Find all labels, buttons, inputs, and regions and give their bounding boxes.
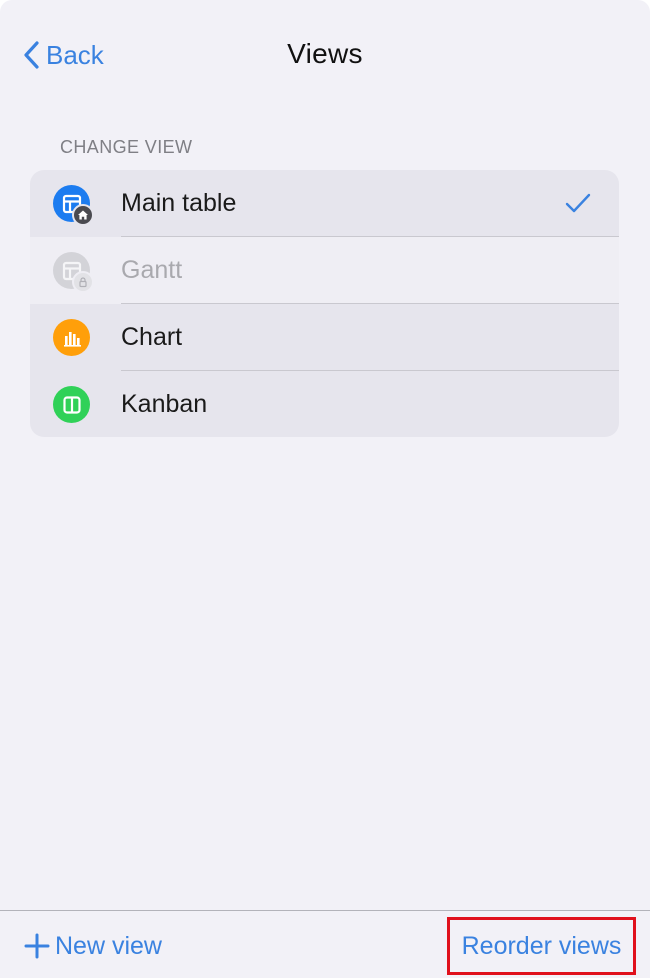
view-item-label: Chart — [121, 323, 183, 351]
view-item-label: Main table — [121, 189, 237, 217]
section-header: CHANGE VIEW — [60, 137, 193, 157]
view-item-gantt: Gantt — [30, 237, 619, 304]
view-item-label: Gantt — [121, 256, 183, 284]
bar-chart-icon — [53, 319, 90, 356]
lock-icon — [72, 271, 94, 293]
kanban-icon — [53, 386, 90, 423]
page-title: Views — [287, 38, 363, 69]
checkmark-icon — [565, 193, 591, 213]
navigation-bar: Back Views — [0, 0, 650, 108]
views-sheet: Back Views CHANGE VIEW Main table Gantt … — [0, 0, 650, 978]
reorder-views-button[interactable]: Reorder views — [447, 917, 636, 975]
view-item-main-table[interactable]: Main table — [30, 170, 619, 237]
views-list: Main table Gantt Chart Kanban — [30, 170, 619, 437]
plus-icon — [24, 933, 50, 959]
view-item-chart[interactable]: Chart — [30, 304, 619, 371]
new-view-label: New view — [55, 931, 162, 960]
home-icon — [72, 204, 94, 226]
view-item-kanban[interactable]: Kanban — [30, 371, 619, 437]
bottom-toolbar: New view Reorder views — [0, 910, 650, 978]
view-item-label: Kanban — [121, 390, 208, 418]
new-view-button[interactable]: New view — [24, 929, 162, 963]
